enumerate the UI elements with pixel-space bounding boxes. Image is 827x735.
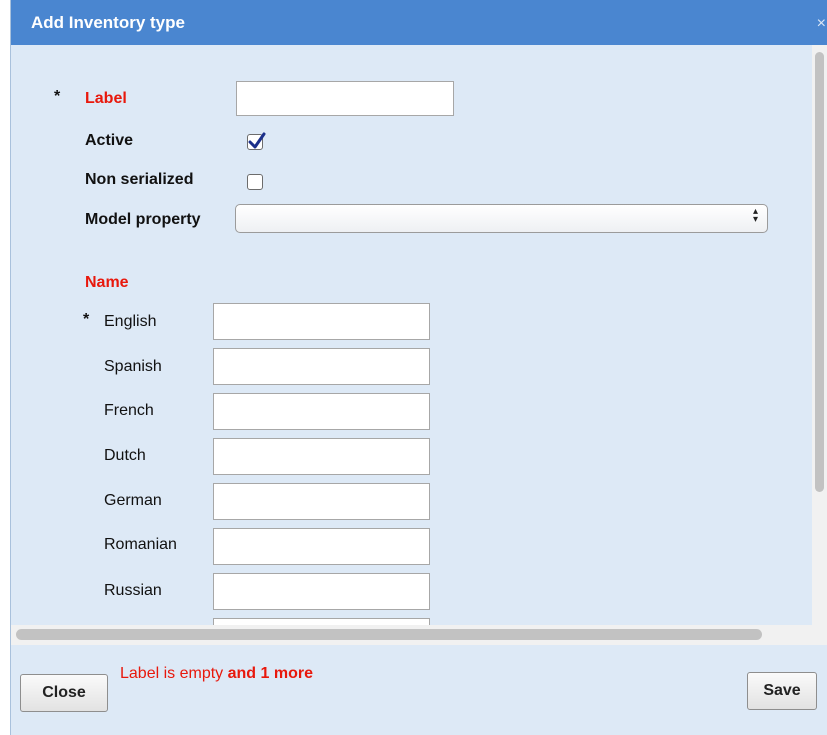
name-spanish-input[interactable]	[213, 348, 430, 385]
name-french-input[interactable]	[213, 393, 430, 430]
non-serialized-checkbox[interactable]	[247, 174, 263, 190]
active-field-label: Active	[85, 132, 134, 149]
name-english-input[interactable]	[213, 303, 430, 340]
name-section-heading: Name	[85, 274, 129, 291]
vertical-scrollbar-thumb[interactable]	[815, 52, 824, 492]
dialog-title: Add Inventory type	[31, 13, 185, 32]
add-inventory-type-dialog: Add Inventory type × * Label Active Non …	[10, 0, 827, 735]
validation-error-more[interactable]: and 1 more	[228, 665, 313, 682]
select-arrows-icon: ▴ ▾	[752, 206, 758, 225]
non-serialized-field-label: Non serialized	[85, 171, 194, 188]
checkmark-icon	[248, 132, 266, 149]
language-label-dutch: Dutch	[104, 447, 146, 464]
name-dutch-input[interactable]	[213, 438, 430, 475]
language-label-german: German	[104, 492, 162, 509]
language-label-english: English	[104, 313, 157, 330]
label-input[interactable]	[236, 81, 454, 116]
save-button[interactable]: Save	[747, 672, 817, 710]
language-label-french: French	[104, 402, 154, 419]
language-label-spanish: Spanish	[104, 358, 162, 375]
validation-error-message: Label is empty and 1 more	[120, 665, 313, 683]
dialog-titlebar[interactable]: Add Inventory type ×	[11, 0, 827, 45]
required-marker: *	[54, 88, 61, 105]
name-romanian-input[interactable]	[213, 528, 430, 565]
close-icon[interactable]: ×	[817, 15, 826, 33]
model-property-select[interactable]: ▴ ▾	[235, 204, 768, 233]
name-german-input[interactable]	[213, 483, 430, 520]
horizontal-scrollbar-thumb[interactable]	[16, 629, 762, 640]
name-next-input[interactable]	[213, 618, 430, 625]
model-property-field-label: Model property	[85, 211, 201, 228]
language-label-romanian: Romanian	[104, 536, 177, 553]
language-label-russian: Russian	[104, 582, 162, 599]
dialog-content: * Label Active Non serialized Model prop…	[11, 45, 811, 625]
label-field-label: Label	[85, 90, 127, 107]
name-russian-input[interactable]	[213, 573, 430, 610]
dialog-footer: Close Label is empty and 1 more Save	[11, 645, 827, 735]
required-marker: *	[83, 311, 90, 328]
active-checkbox[interactable]	[247, 132, 266, 150]
close-button[interactable]: Close	[20, 674, 108, 712]
validation-error-text: Label is empty	[120, 665, 224, 682]
